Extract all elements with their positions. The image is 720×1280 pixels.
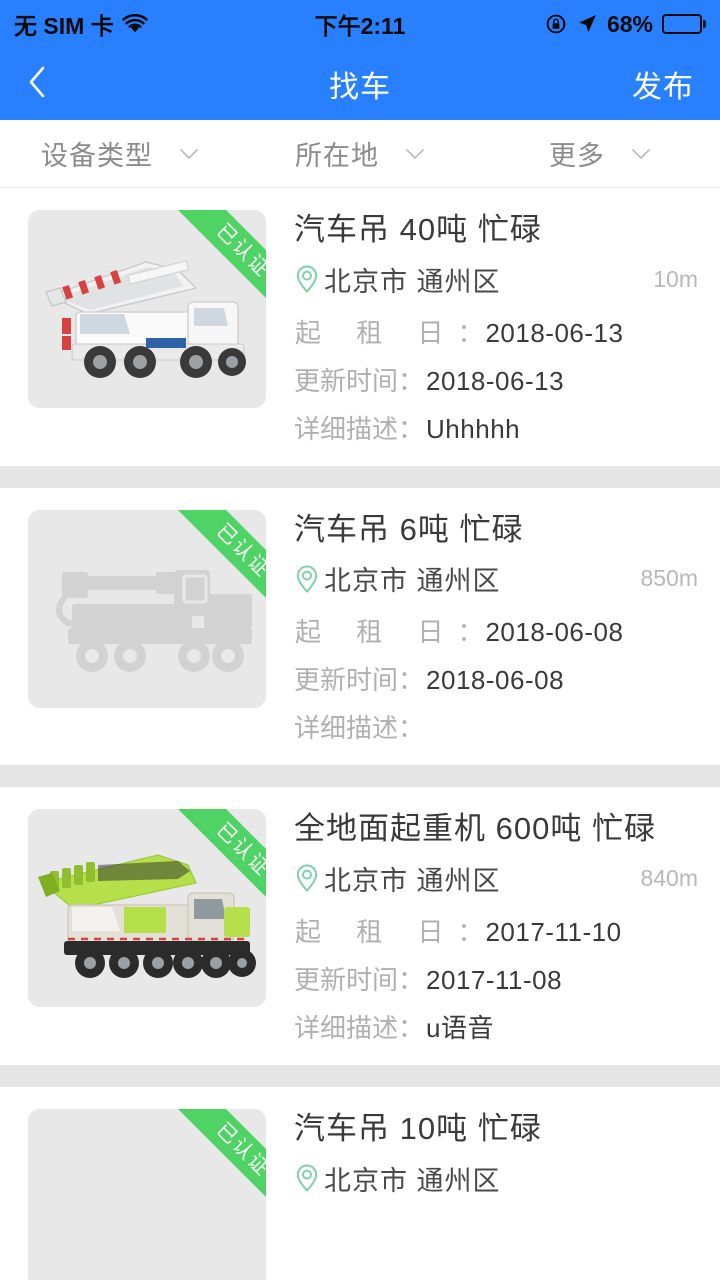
listing-thumbnail[interactable]: 已认证 (28, 1108, 266, 1280)
rent-date-value: 2018-06-08 (485, 617, 624, 648)
listing-location: 北京市 通州区 (324, 1165, 501, 1196)
rent-date-label: 起 租 日 (295, 617, 458, 648)
page-title: 找车 (329, 71, 391, 104)
listing-title: 汽车吊 10吨 忙碌 (294, 1110, 542, 1146)
publish-button[interactable]: 发布 (632, 62, 694, 106)
list-item[interactable]: 已认证 汽车吊 40吨 忙碌 北京市 通州区 10m 起 租 日 ： 2018-… (0, 188, 720, 466)
status-bar-right: 68% (545, 11, 706, 38)
listing-rent-date-row: 起 租 日 ： 2018-06-13 (294, 313, 698, 350)
listing-thumbnail[interactable]: 已认证 (28, 210, 266, 408)
colon: ： (398, 713, 425, 744)
listing-list: 已认证 汽车吊 40吨 忙碌 北京市 通州区 10m 起 租 日 ： 2018-… (0, 188, 720, 1280)
listing-location: 北京市 通州区 (324, 566, 501, 597)
colon: ： (398, 413, 425, 444)
description-label: 详细描述 (294, 413, 399, 444)
listing-location-row: 北京市 通州区 10m (294, 260, 698, 299)
filter-more[interactable]: 更多 (480, 134, 720, 173)
rent-date-label: 起 租 日 (295, 916, 458, 947)
colon: ： (457, 317, 484, 348)
listing-thumbnail[interactable]: 已认证 (28, 809, 266, 1008)
listing-title: 汽车吊 6吨 忙碌 (294, 511, 524, 547)
filter-label: 更多 (549, 141, 605, 171)
wifi-icon (121, 14, 148, 34)
chevron-down-icon (405, 148, 425, 160)
description-label: 详细描述 (294, 1012, 399, 1043)
carrier-label: 无 SIM 卡 (14, 13, 114, 39)
colon: ： (457, 916, 484, 947)
listing-info: 汽车吊 10吨 忙碌 北京市 通州区 (266, 1109, 720, 1280)
listing-location-row: 北京市 通州区 850m (294, 559, 698, 598)
rent-date-value: 2017-11-10 (485, 916, 622, 947)
listing-thumbnail[interactable]: 已认证 (28, 509, 266, 708)
listing-description-row: 详细描述 ： Uhhhhh (294, 409, 698, 446)
filter-equipment-type[interactable]: 设备类型 (0, 134, 240, 173)
update-time-value: 2018-06-13 (426, 365, 565, 396)
colon: ： (398, 1012, 425, 1043)
rent-date-value: 2018-06-13 (485, 317, 624, 348)
rent-date-label: 起 租 日 (295, 317, 458, 348)
map-pin-icon (294, 1163, 320, 1193)
list-item[interactable]: 已认证 汽车吊 6吨 忙碌 北京市 通州区 850m 起 租 日 ： 2018-… (0, 487, 720, 766)
colon: ： (457, 617, 484, 648)
description-label: 详细描述 (294, 713, 399, 744)
listing-distance: 840m (640, 864, 698, 891)
chevron-left-icon (26, 65, 48, 104)
filter-label: 所在地 (295, 141, 379, 171)
crane-photo-partial (28, 1108, 266, 1280)
map-pin-icon (294, 863, 320, 893)
map-pin-icon (294, 564, 320, 594)
update-time-value: 2018-06-08 (426, 665, 565, 696)
description-value: u语音 (426, 1012, 494, 1043)
rotation-lock-icon (545, 13, 567, 35)
listing-rent-date-row: 起 租 日 ： 2018-06-08 (294, 612, 698, 649)
colon: ： (398, 365, 425, 396)
listing-distance: 10m (653, 265, 698, 292)
crane-photo-white (28, 210, 266, 408)
listing-description-row: 详细描述 ： (294, 708, 698, 745)
listing-update-time-row: 更新时间 ： 2018-06-13 (294, 361, 698, 398)
status-bar-left: 无 SIM 卡 (14, 7, 148, 41)
filter-location[interactable]: 所在地 (240, 134, 480, 173)
description-value: Uhhhhh (426, 413, 521, 444)
listing-rent-date-row: 起 租 日 ： 2017-11-10 (294, 912, 698, 949)
listing-location: 北京市 通州区 (324, 266, 501, 297)
listing-location-row: 北京市 通州区 840m (294, 859, 698, 898)
filter-bar: 设备类型 所在地 更多 (0, 120, 720, 188)
listing-update-time-row: 更新时间 ： 2018-06-08 (294, 660, 698, 697)
listing-info: 汽车吊 6吨 忙碌 北京市 通州区 850m 起 租 日 ： 2018-06-0… (266, 510, 720, 746)
listing-info: 全地面起重机 600吨 忙碌 北京市 通州区 840m 起 租 日 ： 2017… (266, 809, 720, 1045)
battery-percent-label: 68% (606, 10, 653, 37)
back-button[interactable] (26, 60, 66, 108)
list-item[interactable]: 已认证 汽车吊 10吨 忙碌 北京市 通州区 (0, 1086, 720, 1280)
colon: ： (398, 964, 425, 995)
update-time-value: 2017-11-08 (426, 964, 563, 995)
list-separator (0, 465, 720, 488)
listing-location: 北京市 通州区 (324, 865, 501, 896)
list-separator (0, 765, 720, 788)
list-separator (0, 1064, 720, 1087)
listing-title: 全地面起重机 600吨 忙碌 (294, 811, 656, 847)
map-pin-icon (294, 264, 320, 294)
chevron-down-icon (631, 148, 651, 160)
update-time-label: 更新时间 (294, 964, 399, 995)
crane-photo-green (28, 809, 266, 1008)
location-arrow-icon (576, 13, 598, 35)
filter-label: 设备类型 (41, 141, 153, 171)
update-time-label: 更新时间 (294, 365, 399, 396)
listing-description-row: 详细描述 ： u语音 (294, 1008, 698, 1045)
nav-bar: 找车 发布 (0, 48, 720, 120)
colon: ： (398, 665, 425, 696)
placeholder-crane-icon (28, 509, 266, 708)
listing-update-time-row: 更新时间 ： 2017-11-08 (294, 960, 698, 997)
battery-icon (662, 14, 706, 34)
listing-info: 汽车吊 40吨 忙碌 北京市 通州区 10m 起 租 日 ： 2018-06-1… (266, 210, 720, 446)
status-bar: 无 SIM 卡 下午2:11 68% (0, 0, 720, 48)
listing-distance: 850m (640, 565, 698, 592)
listing-location-row: 北京市 通州区 (294, 1159, 698, 1198)
update-time-label: 更新时间 (294, 665, 399, 696)
listing-title: 汽车吊 40吨 忙碌 (294, 212, 542, 247)
list-item[interactable]: 已认证 全地面起重机 600吨 忙碌 北京市 通州区 840m 起 租 日 ： … (0, 787, 720, 1065)
chevron-down-icon (179, 148, 199, 160)
